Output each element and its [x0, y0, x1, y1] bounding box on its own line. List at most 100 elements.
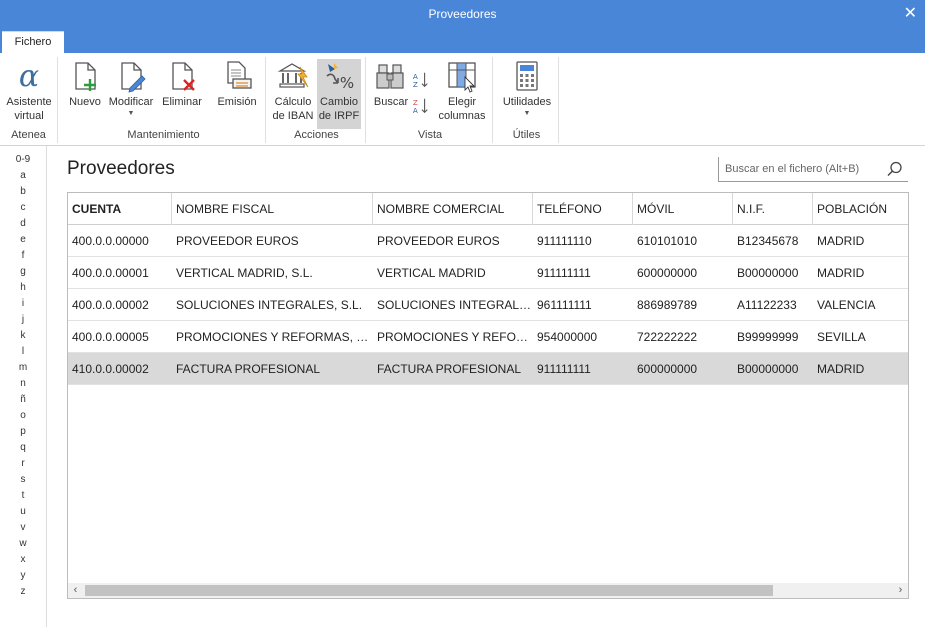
alphabet-letter[interactable]: e — [0, 234, 46, 245]
scroll-left-icon[interactable]: ‹ — [68, 583, 83, 598]
table-cell: 911111111 — [537, 266, 591, 280]
svg-text:Z: Z — [413, 80, 418, 89]
utilidades-button[interactable]: Utilidades ▼ — [499, 59, 555, 119]
alphabet-letter[interactable]: h — [0, 282, 46, 293]
column-header[interactable]: POBLACIÓN — [813, 193, 908, 225]
buscar-button[interactable]: Buscar — [371, 59, 411, 109]
alphabet-letter[interactable]: z — [0, 586, 46, 597]
scroll-right-icon[interactable]: › — [893, 583, 908, 598]
modificar-button[interactable]: Modificar ▼ — [106, 59, 156, 119]
table-row[interactable]: 400.0.0.00002 SOLUCIONES INTEGRALES, S.L.… — [68, 289, 908, 321]
table-cell: VALENCIA — [817, 298, 876, 312]
sort-az-button[interactable]: A Z — [412, 71, 432, 89]
eliminar-button[interactable]: Eliminar — [160, 59, 204, 109]
alphabet-letter[interactable]: j — [0, 314, 46, 325]
alphabet-letter[interactable]: c — [0, 202, 46, 213]
nuevo-button[interactable]: Nuevo — [66, 59, 104, 109]
search-icon[interactable] — [886, 160, 904, 178]
alphabet-letter[interactable]: r — [0, 458, 46, 469]
percent-change-icon: % — [326, 63, 354, 92]
alphabet-letter[interactable]: n — [0, 378, 46, 389]
table-cell: 600000000 — [637, 362, 698, 376]
cambio-irpf-button[interactable]: % Cambio de IRPF — [317, 59, 361, 129]
print-document-icon — [227, 61, 252, 89]
providers-table: CUENTA NOMBRE FISCAL NOMBRE COMERCIAL TELÉF… — [67, 192, 909, 599]
alphabet-letter[interactable]: t — [0, 490, 46, 501]
sort-za-button[interactable]: Z A — [412, 97, 432, 115]
alphabet-letter[interactable]: v — [0, 522, 46, 533]
alphabet-letter[interactable]: p — [0, 426, 46, 437]
alphabet-letter[interactable]: u — [0, 506, 46, 517]
table-cell: 961111111 — [537, 298, 592, 312]
svg-text:A: A — [413, 106, 418, 115]
table-cell: B00000000 — [737, 266, 799, 280]
binoculars-icon — [376, 64, 404, 89]
table-cell: PROVEEDOR EUROS — [176, 234, 299, 248]
search-input[interactable] — [725, 161, 883, 177]
group-mantenimiento: Nuevo Modificar ▼ Eliminar Emisión Mante… — [62, 57, 266, 143]
table-cell: B99999999 — [737, 330, 799, 344]
close-icon[interactable]: ✕ — [904, 3, 917, 23]
table-cell: 911111111 — [537, 362, 591, 376]
alphabet-letter[interactable]: l — [0, 346, 46, 357]
table-header: CUENTA NOMBRE FISCAL NOMBRE COMERCIAL TELÉF… — [68, 193, 908, 225]
alphabet-letter[interactable]: m — [0, 362, 46, 373]
alphabet-letter[interactable]: s — [0, 474, 46, 485]
page-title: Proveedores — [67, 158, 175, 179]
column-header[interactable]: MÓVIL — [633, 193, 733, 225]
asistente-label: Asistente virtual — [6, 96, 52, 122]
table-cell: FACTURA PROFESIONAL — [377, 362, 522, 376]
column-header[interactable]: NOMBRE FISCAL — [172, 193, 373, 225]
alphabet-letter[interactable]: 0-9 — [0, 154, 46, 165]
table-cell: 410.0.0.00002 — [72, 362, 149, 376]
table-row[interactable]: 400.0.0.00000 PROVEEDOR EUROS PROVEEDOR EU… — [68, 225, 908, 257]
column-header[interactable]: NOMBRE COMERCIAL — [373, 193, 533, 225]
elegir-columnas-button[interactable]: Elegir columnas — [434, 59, 490, 123]
alphabet-letter[interactable]: b — [0, 186, 46, 197]
table-row[interactable]: 400.0.0.00001 VERTICAL MADRID, S.L. VERTIC… — [68, 257, 908, 289]
alphabet-letter[interactable]: q — [0, 442, 46, 453]
svg-text:%: % — [340, 74, 354, 92]
calculo-iban-button[interactable]: Cálculo de IBAN — [271, 59, 315, 123]
group-label-utiles: Útiles — [512, 129, 541, 141]
horizontal-scrollbar[interactable]: ‹ › — [68, 583, 908, 598]
new-document-icon — [75, 62, 96, 91]
emision-button[interactable]: Emisión — [214, 59, 260, 109]
alphabet-letter[interactable]: i — [0, 298, 46, 309]
alphabet-letter[interactable]: d — [0, 218, 46, 229]
alphabet-letter[interactable]: o — [0, 410, 46, 421]
edit-document-icon — [121, 62, 146, 93]
column-header[interactable]: CUENTA — [68, 193, 172, 225]
table-row[interactable]: 400.0.0.00005 PROMOCIONES Y REFORMAS, S.L… — [68, 321, 908, 353]
emision-label: Emisión — [217, 96, 257, 108]
alphabet-letter[interactable]: g — [0, 266, 46, 277]
column-header[interactable]: N.I.F. — [733, 193, 813, 225]
table-cell: MADRID — [817, 266, 865, 280]
column-header[interactable]: TELÉFONO — [533, 193, 633, 225]
alphabet-letter[interactable]: x — [0, 554, 46, 565]
table-cell: 722222222 — [637, 330, 698, 344]
table-cell: 886989789 — [637, 298, 698, 312]
table-cell: 400.0.0.00002 — [72, 298, 149, 312]
table-cell: 400.0.0.00000 — [72, 234, 149, 248]
table-cell: PROMOCIONES Y REFOR... — [377, 330, 533, 344]
alphabet-letter[interactable]: f — [0, 250, 46, 261]
alphabet-letter[interactable]: w — [0, 538, 46, 549]
asistente-virtual-button[interactable]: α Asistente virtual — [2, 59, 56, 123]
scrollbar-thumb[interactable] — [85, 585, 773, 596]
group-atenea: α Asistente virtual Atenea — [0, 57, 58, 143]
alphabet-letter[interactable]: k — [0, 330, 46, 341]
table-cell: B00000000 — [737, 362, 799, 376]
calculo-iban-label: Cálculo de IBAN — [272, 96, 314, 122]
cambio-irpf-label: Cambio de IRPF — [318, 96, 360, 122]
alpha-icon: α — [19, 59, 39, 93]
tab-fichero[interactable]: Fichero — [2, 31, 64, 53]
alphabet-letter[interactable]: ñ — [0, 394, 46, 405]
calculator-icon — [516, 61, 538, 91]
table-row[interactable]: 410.0.0.00002 FACTURA PROFESIONAL FACTURA … — [68, 353, 908, 385]
title-bar: Proveedores ✕ — [0, 0, 925, 29]
group-label-vista: Vista — [417, 129, 443, 141]
alphabet-letter[interactable]: y — [0, 570, 46, 581]
alphabet-letter[interactable]: a — [0, 170, 46, 181]
table-cell: SEVILLA — [817, 330, 866, 344]
